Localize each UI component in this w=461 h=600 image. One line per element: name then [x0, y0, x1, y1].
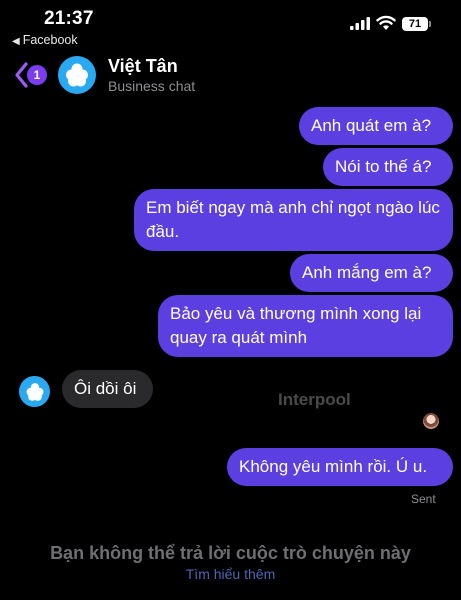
- message-bubble-outgoing[interactable]: Không yêu mình rồi. Ú u.: [227, 448, 453, 486]
- message-bubble-incoming[interactable]: Ôi dồi ôi: [62, 370, 153, 408]
- status-bar: 21:37 ◀ Facebook 71: [0, 0, 461, 50]
- contact-name[interactable]: Việt Tân: [108, 56, 178, 77]
- flower-logo-icon: [66, 63, 88, 87]
- back-triangle-icon: ◀: [12, 36, 20, 47]
- seen-avatar: [423, 413, 439, 429]
- message-bubble-outgoing[interactable]: Anh quát em à?: [299, 107, 453, 145]
- battery-level: 71: [402, 17, 428, 31]
- back-app-label: Facebook: [22, 33, 78, 47]
- cannot-reply-notice: Bạn không thể trả lời cuộc trò chuyện nà…: [50, 543, 411, 563]
- contact-avatar[interactable]: [58, 56, 96, 94]
- unread-count-badge: 1: [27, 65, 47, 85]
- message-bubble-outgoing[interactable]: Nói to thế á?: [323, 148, 453, 186]
- wifi-icon: [376, 15, 396, 30]
- message-bubble-outgoing[interactable]: Anh mắng em à?: [290, 254, 453, 292]
- contact-avatar-small: [19, 376, 50, 407]
- watermark: Interpool: [278, 390, 351, 409]
- clock: 21:37: [44, 8, 94, 29]
- contact-subtitle: Business chat: [108, 78, 196, 94]
- chat-header: 1 Việt Tân Business chat: [0, 52, 461, 98]
- sent-status: Sent: [411, 492, 436, 506]
- message-bubble-outgoing[interactable]: Bảo yêu và thương mình xong lại quay ra …: [158, 295, 453, 357]
- learn-more-link[interactable]: Tìm hiểu thêm: [0, 566, 461, 582]
- battery-cap: [429, 21, 431, 27]
- back-to-app-link[interactable]: ◀ Facebook: [12, 33, 78, 47]
- flower-logo-icon: [26, 382, 43, 401]
- cellular-signal-icon: [350, 17, 370, 30]
- back-chevron-icon[interactable]: [14, 60, 28, 90]
- message-bubble-outgoing[interactable]: Em biết ngay mà anh chỉ ngọt ngào lúc đầ…: [134, 189, 453, 251]
